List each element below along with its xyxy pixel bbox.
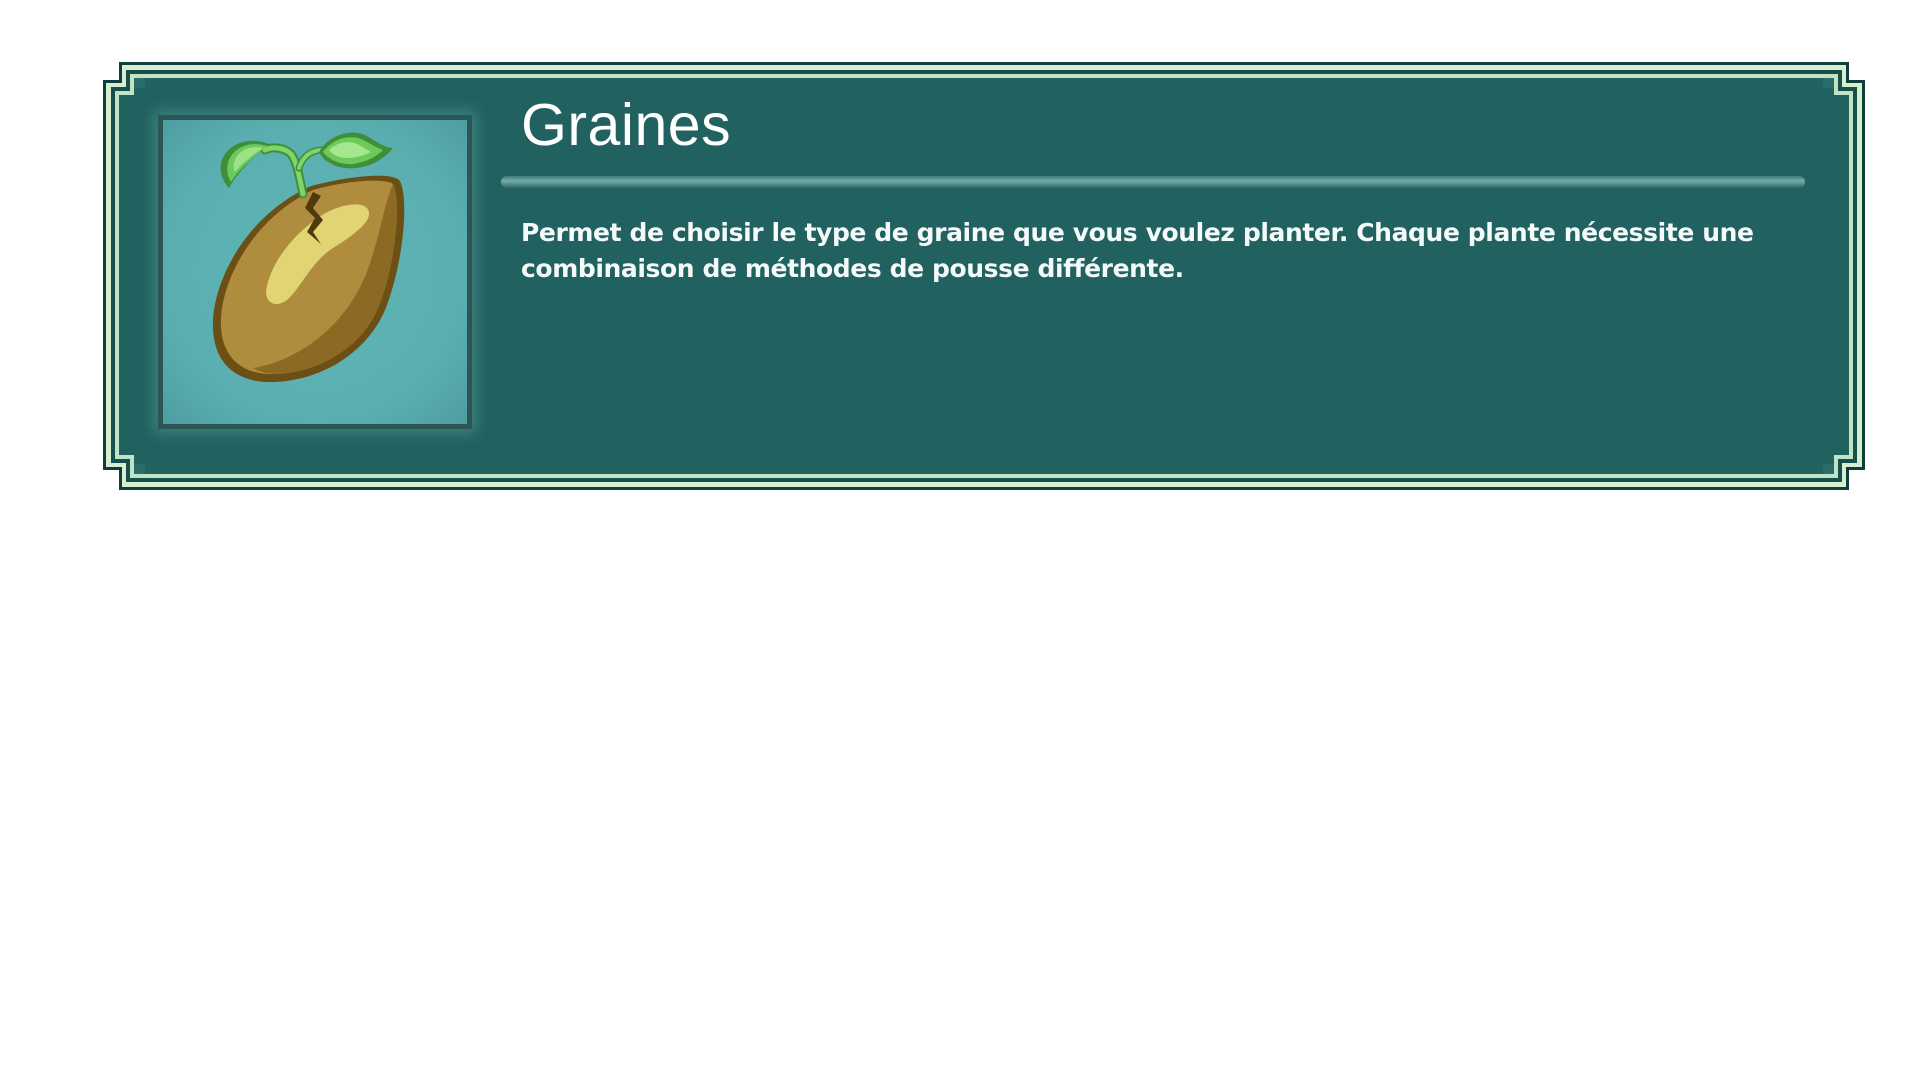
item-info-panel: Graines Permet de choisir le type de gra… [101,60,1867,492]
seed-sprout-icon [212,132,405,383]
title-divider [501,176,1805,188]
item-title: Graines [521,92,732,158]
item-icon-frame [158,115,472,429]
item-description: Permet de choisir le type de graine que … [521,218,1754,283]
